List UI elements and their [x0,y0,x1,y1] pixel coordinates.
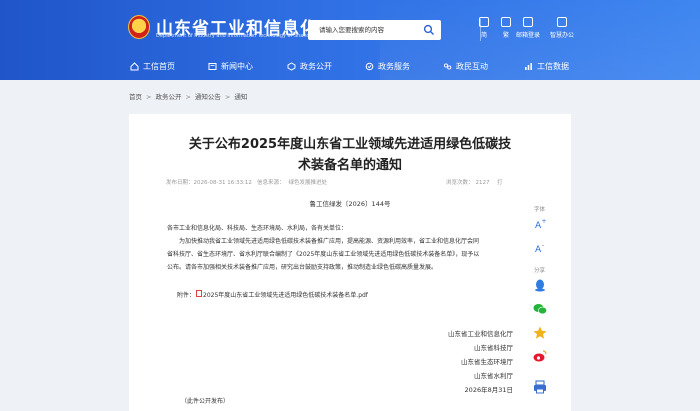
attachment-link[interactable]: 2025年度山东省工业领域先进适用绿色低碳技术装备名单.pdf [203,292,368,299]
nav-label-data: 工信数据 [537,62,569,71]
news-icon [208,63,217,70]
national-emblem-icon [128,15,150,39]
breadcrumb-separator: > [146,93,152,101]
font-decrease-icon[interactable]: A - [532,240,548,256]
header-divider [480,19,481,41]
body-paragraph-line3: 公布。请各市加强相关技术装备推广应用，研究出台鼓励支持政策，推动制造业绿色低碳高… [167,264,438,271]
nav-item-home[interactable]: 工信首页 [130,56,175,80]
breadcrumb: 首页 > 政务公开 > 通知公告 > 通知 [129,91,247,103]
home-icon [130,62,139,71]
favorite-share-icon[interactable] [532,325,548,341]
view-count-value: 2127 [475,180,490,186]
print-link[interactable]: 打 [497,178,503,186]
article-title-line1: 关于公布2025年度山东省工业领域先进适用绿色低碳技 [188,137,512,152]
body-paragraph-line2: 省科技厅、省生态环境厅、省水利厅联合编制了《2025年度山东省工业领域先进适用绿… [167,251,480,258]
smart-office-link[interactable]: 智慧办公 [542,17,582,39]
addressee: 各市工业和信息化局、科技局、生态环境局、水利局，各有关单位： [167,225,348,232]
smart-office-label: 智慧办公 [549,32,574,39]
office-icon [557,17,567,27]
breadcrumb-notices[interactable]: 通知公告 [195,91,221,101]
service-icon [365,62,374,71]
attachment-label: 附件： [177,292,196,299]
nav-item-open-government[interactable]: 政务公开 [287,56,332,80]
signature-line: 山东省工业和信息化厅 [448,330,513,338]
nav-item-data[interactable]: 工信数据 [524,56,569,80]
breadcrumb-current: 通知 [234,93,248,101]
signature-line: 山东省水利厅 [474,372,513,380]
signature-date: 2026年8月31日 [464,386,513,394]
article-title: 关于公布2025年度山东省工业领域先进适用绿色低碳技 术装备名单的通知 [129,134,571,176]
nav-label-open-government: 政务公开 [300,62,332,71]
svg-text:-: - [542,242,544,249]
info-source-value: 绿色发展推进处 [288,180,328,186]
publish-date: 发布日期：2026-08-31 16:33:12 [166,180,252,186]
font-size-label: 字体 [534,207,546,213]
article-panel: 关于公布2025年度山东省工业领域先进适用绿色低碳技 术装备名单的通知 发布日期… [129,114,571,411]
nav-item-service[interactable]: 政务服务 [365,56,410,80]
breadcrumb-separator: > [185,93,191,101]
publish-note: （此件公开发布） [181,398,230,405]
nav-item-news[interactable]: 新闻中心 [208,56,253,80]
nav-label-interaction: 政民互动 [456,62,488,71]
main-nav: 工信首页 新闻中心 政务公开 政务服务 政民互动 工信数据 [0,56,700,80]
print-icon[interactable] [532,379,548,395]
weibo-share-icon[interactable] [532,348,548,364]
font-increase-icon[interactable]: A + [532,216,548,232]
view-count-label: 浏览次数： [446,180,474,186]
nav-label-service: 政务服务 [378,62,410,71]
search-icon[interactable] [423,24,435,36]
view-count: 浏览次数： 2127 [446,178,490,186]
mail-icon [523,17,533,27]
pdf-icon [196,290,203,297]
search-input[interactable]: 请输入您要搜索的内容 [308,20,441,40]
header-quick-links: 简 繁 邮箱登录 智慧办公 [470,17,580,41]
data-icon [525,63,532,70]
article-title-line2: 术装备名单的通知 [297,158,402,173]
signature-line: 山东省科技厅 [474,344,513,352]
breadcrumb-home[interactable]: 首页 [129,91,142,101]
info-source-label: 信息来源： [257,180,285,186]
info-source: 信息来源： 绿色发展推进处 [257,178,327,186]
breadcrumb-open-government[interactable]: 政务公开 [155,91,181,101]
open-government-icon [287,62,296,71]
signature-line: 山东省生态环境厅 [461,358,513,366]
attachment: 附件： 2025年度山东省工业领域先进适用绿色低碳技术装备名单.pdf [177,290,368,299]
mail-login-label: 邮箱登录 [515,32,540,39]
breadcrumb-separator: > [224,93,231,101]
share-label: 分享 [534,268,546,274]
nav-label-news: 新闻中心 [221,62,253,71]
body-paragraph-line1: 为加快推动我省工业领域先进适用绿色低碳技术装备推广应用，提高能源、资源利用效率，… [179,238,480,245]
wechat-share-icon[interactable] [532,301,548,317]
qq-share-icon[interactable] [532,277,548,293]
nav-label-home: 工信首页 [143,62,175,71]
nav-item-interaction[interactable]: 政民互动 [443,56,488,80]
svg-text:A: A [535,245,542,255]
interaction-icon [443,63,452,70]
document-number: 鲁工信绿发〔2026〕144号 [309,200,391,208]
svg-text:+: + [542,218,547,225]
